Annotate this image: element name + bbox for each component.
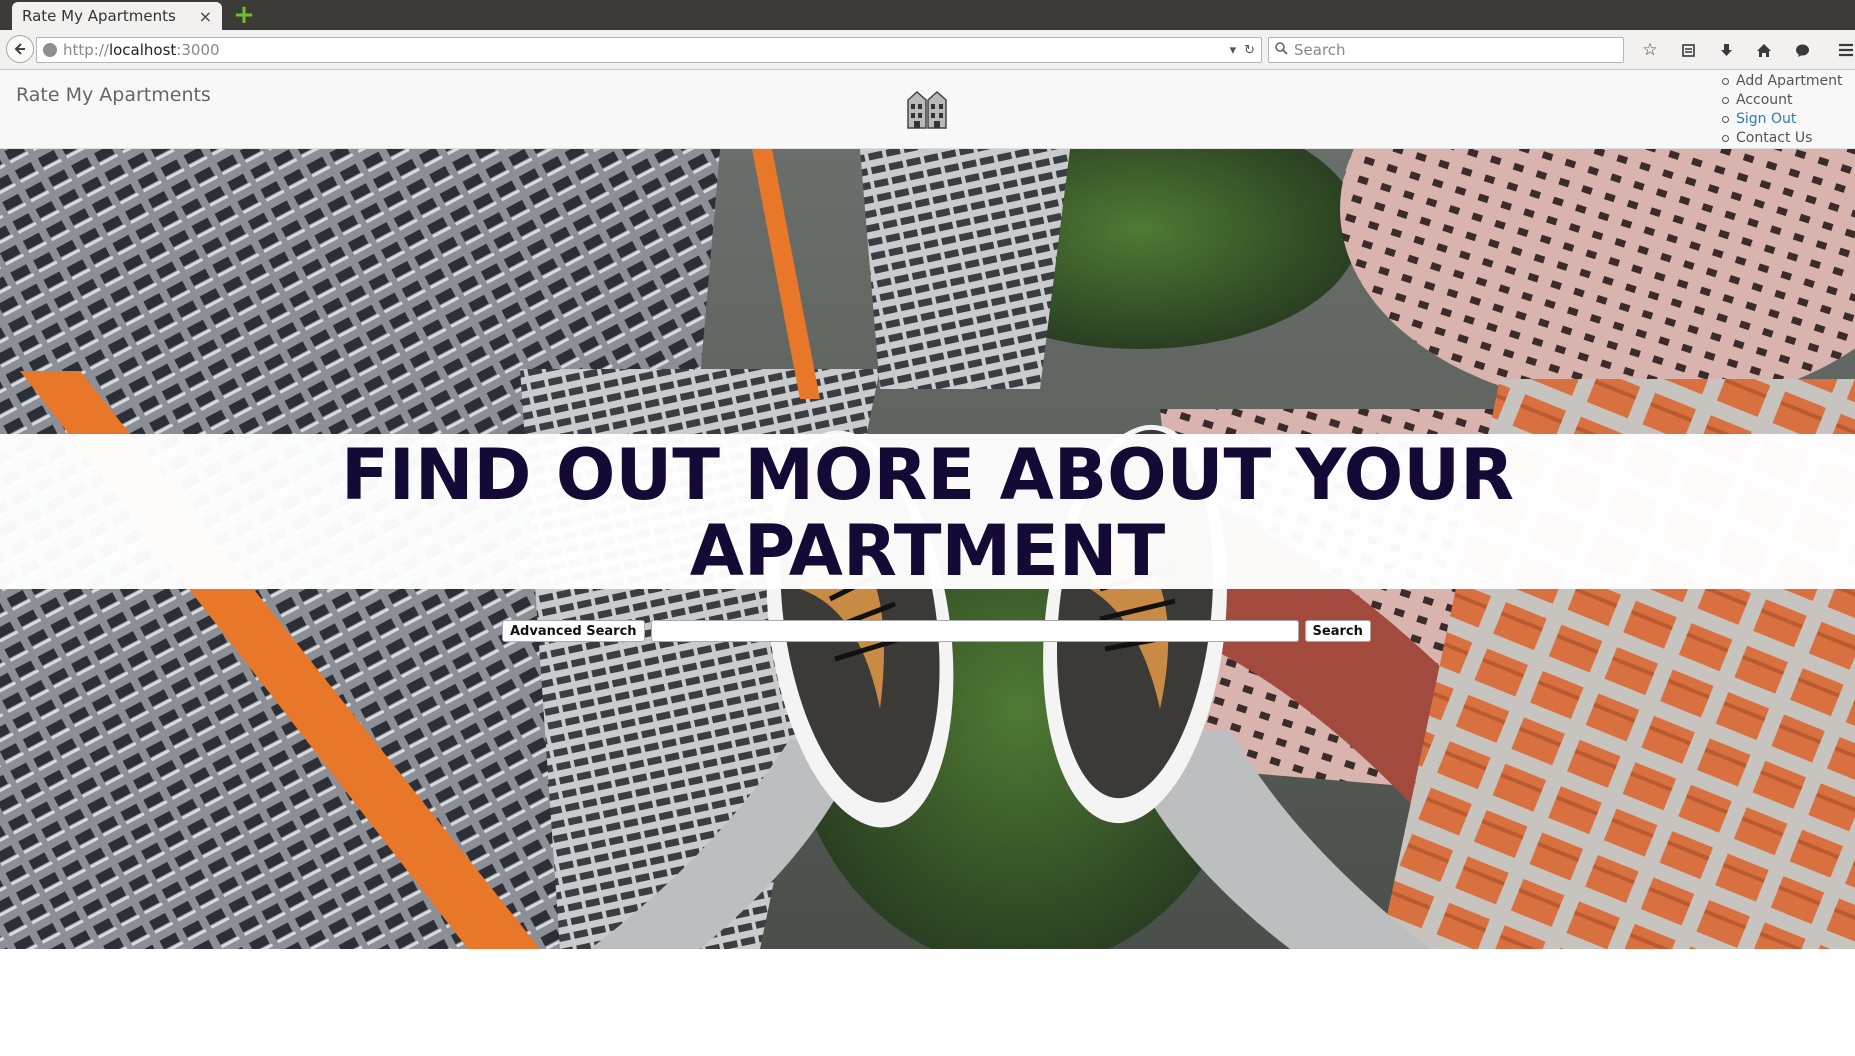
url-bar[interactable]: http:// localhost :3000 ▾ ↻ xyxy=(36,37,1262,63)
close-tab-icon[interactable]: × xyxy=(199,7,212,26)
browser-search-placeholder: Search xyxy=(1294,41,1346,59)
nav-contact-us[interactable]: Contact Us xyxy=(1722,129,1842,148)
browser-tab-bar: Rate My Apartments × + xyxy=(0,0,1855,30)
nav-account[interactable]: Account xyxy=(1722,91,1842,110)
browser-nav-bar: http:// localhost :3000 ▾ ↻ Search ☆ xyxy=(0,30,1855,70)
menu-icon[interactable] xyxy=(1832,36,1855,64)
back-arrow-icon[interactable] xyxy=(6,35,34,63)
search-icon xyxy=(1275,41,1288,59)
advanced-search-button[interactable]: Advanced Search xyxy=(502,620,645,642)
url-scheme: http:// xyxy=(63,41,109,59)
hero-headline-line1: FIND OUT MORE ABOUT YOUR xyxy=(340,434,1515,516)
home-icon[interactable] xyxy=(1750,36,1778,64)
url-port: :3000 xyxy=(176,41,220,59)
tab-title: Rate My Apartments xyxy=(22,7,176,25)
browser-tab[interactable]: Rate My Apartments × xyxy=(12,2,222,30)
site-brand[interactable]: Rate My Apartments xyxy=(16,84,211,106)
download-icon[interactable] xyxy=(1712,36,1740,64)
hero-headline-line2: APARTMENT xyxy=(689,510,1166,592)
chat-icon[interactable] xyxy=(1788,36,1816,64)
dropdown-arrow-icon[interactable]: ▾ xyxy=(1230,43,1237,58)
hero-section: FIND OUT MORE ABOUT YOUR APARTMENT Advan… xyxy=(0,149,1855,949)
reload-icon[interactable]: ↻ xyxy=(1244,43,1255,58)
bookmark-star-icon[interactable]: ☆ xyxy=(1636,36,1664,64)
site-nav: Add Apartment Account Sign Out Contact U… xyxy=(1722,72,1842,148)
url-host: localhost xyxy=(108,41,177,59)
search-button[interactable]: Search xyxy=(1304,620,1371,642)
nav-add-apartment[interactable]: Add Apartment xyxy=(1722,72,1842,91)
browser-search-bar[interactable]: Search xyxy=(1268,37,1624,63)
new-tab-icon[interactable]: + xyxy=(233,2,255,28)
nav-sign-out[interactable]: Sign Out xyxy=(1722,110,1842,129)
hero-search-row: Advanced Search Search xyxy=(502,620,1371,642)
site-header: Rate My Apartments Add Apartment Account… xyxy=(0,70,1855,149)
reading-list-icon[interactable] xyxy=(1674,36,1702,64)
site-info-icon[interactable] xyxy=(43,43,57,57)
apartment-search-input[interactable] xyxy=(650,620,1299,642)
building-icon xyxy=(906,90,948,130)
hero-headline: FIND OUT MORE ABOUT YOUR APARTMENT xyxy=(0,437,1855,589)
toolbar-icons: ☆ xyxy=(1636,36,1855,64)
